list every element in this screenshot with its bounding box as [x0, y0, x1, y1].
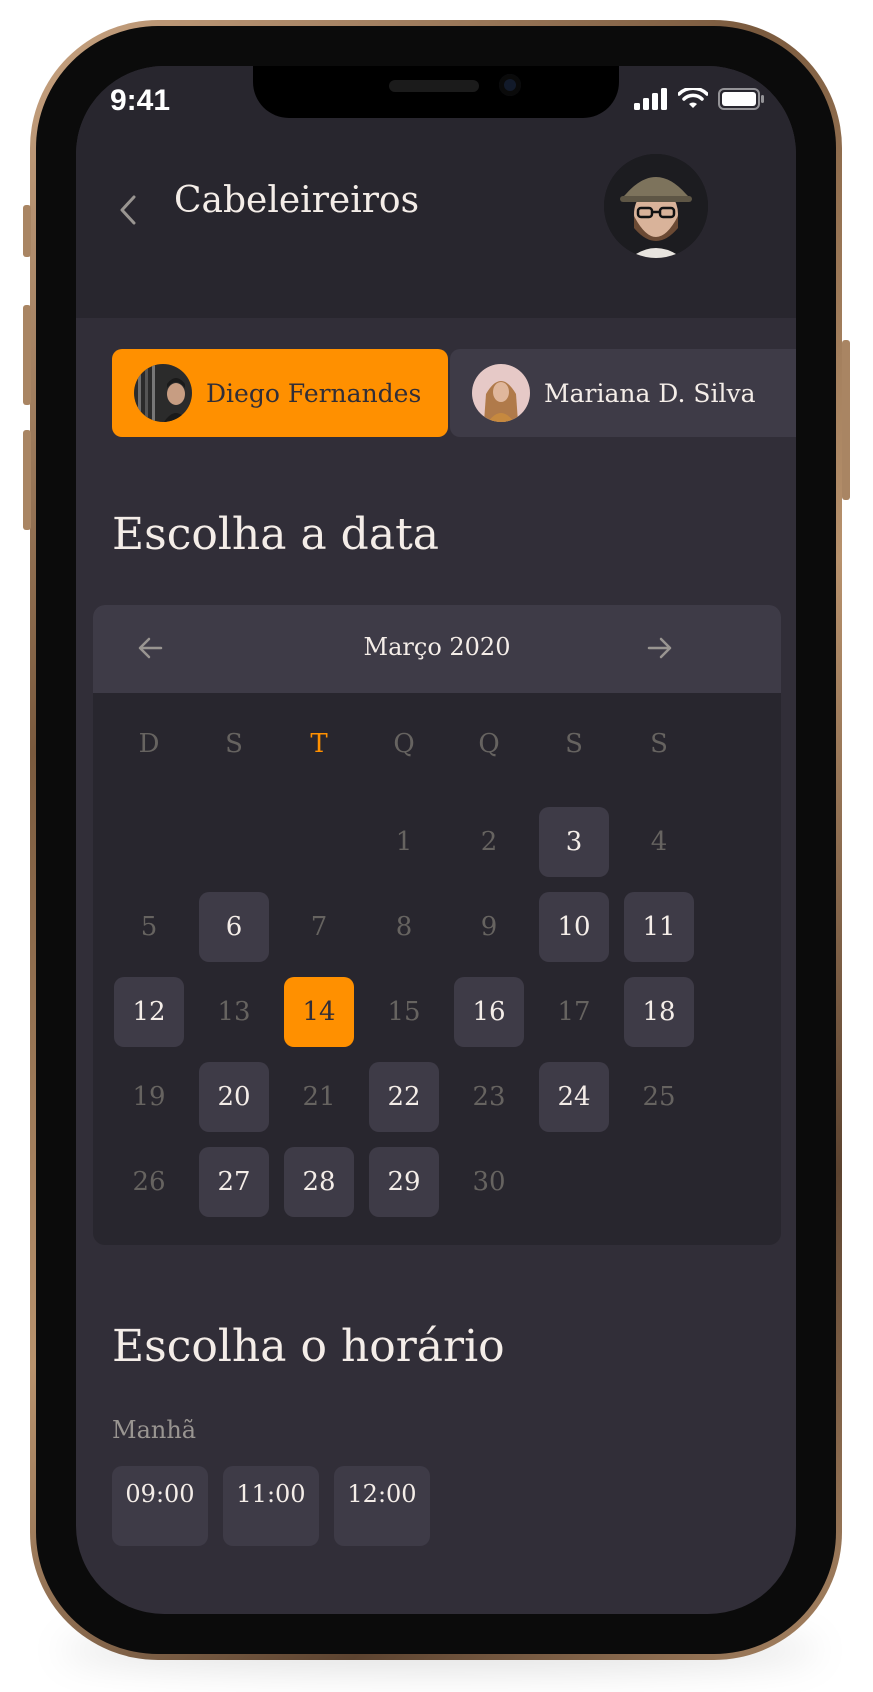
calendar-day-available[interactable]: 24: [539, 1062, 609, 1132]
calendar-day-available[interactable]: 11: [624, 892, 694, 962]
hour-button[interactable]: 11:00: [223, 1466, 319, 1546]
calendar-month-label: Março 2020: [363, 633, 511, 661]
speaker-grille: [389, 80, 479, 92]
signal-icon: [634, 88, 667, 110]
calendar-day-available[interactable]: 18: [624, 977, 694, 1047]
weekday-label: S: [650, 729, 668, 759]
provider-card-diego[interactable]: Diego Fernandes: [112, 349, 448, 437]
calendar-day-disabled: 1: [395, 827, 413, 857]
time-section-title: Escolha o horário: [112, 1321, 505, 1372]
calendar-day-disabled: 9: [480, 912, 498, 942]
page-title: Cabeleireiros: [174, 180, 420, 221]
mute-switch: [23, 205, 31, 257]
calendar-day-disabled: 21: [302, 1082, 336, 1112]
hour-button[interactable]: 09:00: [112, 1466, 208, 1546]
weekday-label: S: [225, 729, 243, 759]
date-section-title: Escolha a data: [112, 509, 439, 560]
notch: [253, 66, 619, 118]
calendar: Março 2020 D S T Q Q S S 1 2 3 4 5 6 7 8 9 10 11 12 13 14 15 1…: [93, 605, 781, 1245]
back-chevron-icon[interactable]: [116, 194, 140, 226]
provider-avatar: [134, 364, 192, 422]
weekday-label: D: [138, 729, 160, 759]
calendar-day-available[interactable]: 10: [539, 892, 609, 962]
calendar-day-disabled: 13: [217, 997, 251, 1027]
calendar-day-disabled: 7: [310, 912, 328, 942]
calendar-day-available[interactable]: 16: [454, 977, 524, 1047]
calendar-day-available[interactable]: 3: [539, 807, 609, 877]
calendar-day-available[interactable]: 20: [199, 1062, 269, 1132]
calendar-day-disabled: 2: [480, 827, 498, 857]
calendar-day-available[interactable]: 22: [369, 1062, 439, 1132]
calendar-day-disabled: 8: [395, 912, 413, 942]
calendar-day-disabled: 19: [132, 1082, 166, 1112]
calendar-day-disabled: 30: [472, 1167, 506, 1197]
wifi-icon: [678, 88, 708, 108]
provider-name: Diego Fernandes: [206, 378, 422, 408]
calendar-day-disabled: 15: [387, 997, 421, 1027]
weekday-label: Q: [393, 729, 415, 759]
arrow-right-icon[interactable]: [647, 635, 673, 661]
front-camera: [499, 74, 521, 96]
provider-card-mariana[interactable]: Mariana D. Silva: [450, 349, 796, 437]
status-time: 9:41: [110, 84, 171, 117]
volume-down-button: [23, 430, 31, 530]
calendar-day-disabled: 5: [140, 912, 158, 942]
power-button: [842, 340, 850, 500]
calendar-day-available[interactable]: 6: [199, 892, 269, 962]
weekday-label: T: [310, 729, 328, 759]
provider-name: Mariana D. Silva: [544, 378, 756, 408]
weekday-label: S: [565, 729, 583, 759]
calendar-day-selected[interactable]: 14: [284, 977, 354, 1047]
calendar-day-available[interactable]: 29: [369, 1147, 439, 1217]
calendar-day-available[interactable]: 12: [114, 977, 184, 1047]
calendar-day-available[interactable]: 28: [284, 1147, 354, 1217]
calendar-day-disabled: 26: [132, 1167, 166, 1197]
user-avatar-image: [604, 154, 708, 258]
provider-avatar: [472, 364, 530, 422]
calendar-day-disabled: 4: [650, 827, 668, 857]
user-avatar[interactable]: [604, 154, 708, 258]
volume-up-button: [23, 305, 31, 405]
calendar-day-disabled: 23: [472, 1082, 506, 1112]
weekday-label: Q: [478, 729, 500, 759]
battery-icon: [718, 88, 764, 110]
status-icons: [634, 88, 766, 110]
calendar-day-disabled: 25: [642, 1082, 676, 1112]
shift-label-morning: Manhã: [112, 1416, 197, 1444]
phone-screen: 9:41 Cabeleireiros Diego Fernandes Maria…: [76, 66, 796, 1614]
hour-button[interactable]: 12:00: [334, 1466, 430, 1546]
calendar-day-disabled: 17: [557, 997, 591, 1027]
calendar-day-available[interactable]: 27: [199, 1147, 269, 1217]
